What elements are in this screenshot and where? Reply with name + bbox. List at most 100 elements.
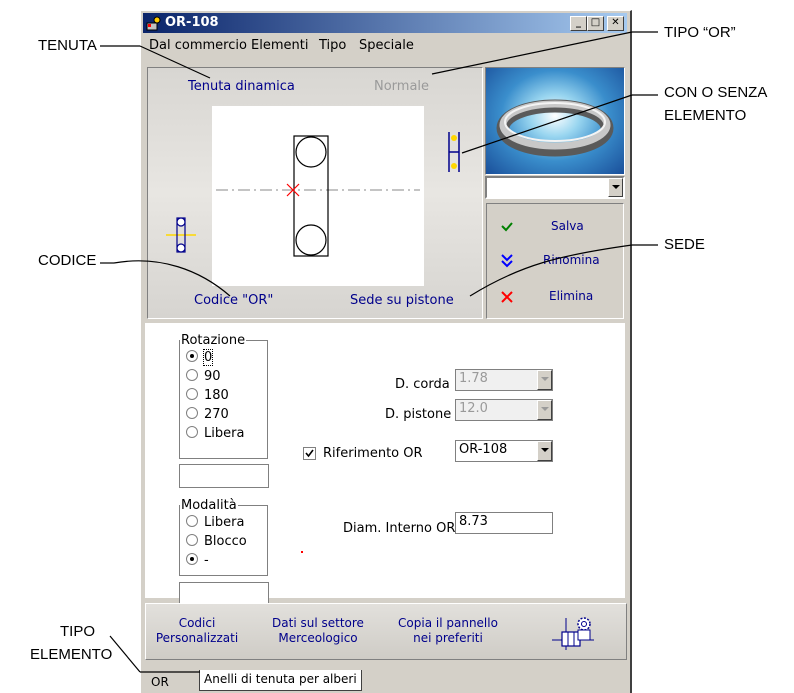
radio-icon	[186, 426, 198, 438]
radio-icon	[186, 553, 198, 565]
seal-drawing	[216, 135, 420, 257]
menu-dal-commercio[interactable]: Dal commercio	[149, 38, 247, 53]
menu-tipo[interactable]: Tipo	[319, 38, 346, 53]
rotation-option-270[interactable]: 270	[186, 407, 229, 422]
sector-data-line2: Merceologico	[278, 631, 358, 645]
rotation-option-label: 180	[204, 388, 229, 403]
drawing-panel: Tenuta dinamica Normale Codice "OR" Sede…	[147, 67, 483, 319]
form-area: Rotazione 0 90 180 270 Libera Modalità L…	[145, 323, 625, 606]
red-marker	[301, 551, 303, 553]
annotation-codice: CODICE	[38, 252, 97, 269]
app-window: OR-108 _ □ ✕ Dal commercio Elementi Tipo…	[140, 10, 632, 693]
annotation-tipo-elemento-line2: ELEMENTO	[30, 646, 113, 663]
radio-icon	[186, 515, 198, 527]
rotation-value-input[interactable]	[179, 464, 269, 488]
tab-anelli-di-tenuta[interactable]: Anelli di tenuta per alberi	[199, 670, 362, 691]
radio-icon	[186, 369, 198, 381]
bottom-link-panel: Codici Personalizzati Dati sul settore M…	[145, 603, 627, 660]
mode-option-libera[interactable]: Libera	[186, 515, 244, 530]
piston-label: D. pistone	[385, 407, 452, 422]
delete-label: Elimina	[549, 289, 594, 303]
radio-icon	[186, 407, 198, 419]
rename-button[interactable]: Rinomina	[487, 252, 623, 274]
custom-codes-line2: Personalizzati	[155, 631, 239, 645]
mode-legend: Modalità	[181, 498, 237, 513]
mode-option-label: Blocco	[204, 534, 247, 549]
leader-tipo-elemento	[109, 635, 141, 673]
preview-combo[interactable]	[485, 176, 625, 199]
inner-diameter-label: Diam. Interno OR	[343, 521, 456, 536]
rotation-option-90[interactable]: 90	[186, 369, 221, 384]
minimize-button[interactable]: _	[570, 16, 587, 31]
rotation-option-label: 0	[202, 349, 214, 366]
action-panel: Salva Rinomina Elimina	[486, 203, 624, 319]
radio-icon	[186, 388, 198, 400]
rotation-option-label: 270	[204, 407, 229, 422]
sector-data-link[interactable]: Dati sul settore Merceologico	[258, 616, 378, 646]
o-ring-image	[496, 99, 614, 157]
chevron-down-icon[interactable]	[537, 400, 552, 420]
mode-option-label: -	[204, 553, 209, 568]
rotation-legend: Rotazione	[181, 333, 246, 348]
radio-icon	[186, 350, 198, 362]
annotation-tenuta: TENUTA	[38, 37, 97, 54]
maximize-button[interactable]: □	[587, 16, 604, 31]
rotation-option-label: Libera	[204, 426, 245, 441]
status-bar: OR Anelli di tenuta per alberi	[141, 667, 630, 693]
mode-option-label: Libera	[204, 515, 245, 530]
save-button[interactable]: Salva	[487, 218, 623, 240]
chevron-down-icon[interactable]	[537, 441, 552, 461]
double-chevron-down-icon	[501, 254, 513, 268]
copy-to-favorites-line2: nei preferiti	[413, 631, 483, 645]
mode-option-blocco[interactable]: Blocco	[186, 534, 247, 549]
gear-machine-icon[interactable]	[548, 612, 598, 652]
annotation-sede: SEDE	[664, 236, 705, 253]
or-type-link[interactable]: Normale	[374, 79, 429, 94]
ref-checkbox[interactable]	[303, 447, 316, 460]
rotation-option-label: 90	[204, 369, 221, 384]
radio-icon	[186, 534, 198, 546]
close-button[interactable]: ✕	[607, 16, 624, 31]
or-preview-image	[485, 67, 625, 175]
rotation-option-180[interactable]: 180	[186, 388, 229, 403]
app-icon	[146, 16, 161, 31]
ref-value: OR-108	[459, 442, 508, 457]
save-label: Salva	[551, 219, 584, 233]
window-title: OR-108	[165, 15, 219, 30]
menu-elementi[interactable]: Elementi	[251, 38, 308, 53]
menu-speciale[interactable]: Speciale	[359, 38, 414, 53]
copy-to-favorites-line1: Copia il pannello	[398, 616, 498, 630]
cord-value: 1.78	[459, 371, 488, 386]
cord-combo[interactable]: 1.78	[455, 369, 553, 391]
annotation-con-senza-line2: ELEMENTO	[664, 107, 747, 124]
sector-data-line1: Dati sul settore	[272, 616, 364, 630]
piston-combo[interactable]: 12.0	[455, 399, 553, 421]
rename-label: Rinomina	[543, 253, 600, 267]
ref-combo[interactable]: OR-108	[455, 440, 553, 462]
check-icon	[305, 449, 314, 458]
delete-button[interactable]: Elimina	[487, 288, 623, 310]
rotation-option-0[interactable]: 0	[186, 349, 214, 366]
ref-label: Riferimento OR	[323, 446, 423, 461]
copy-to-favorites-link[interactable]: Copia il pannello nei preferiti	[386, 616, 510, 646]
or-element-icon[interactable]	[166, 214, 196, 256]
title-bar[interactable]: OR-108 _ □ ✕	[143, 13, 627, 33]
annotation-tipo-elemento-line1: TIPO	[60, 623, 96, 640]
chevron-down-icon[interactable]	[608, 178, 623, 197]
seat-link[interactable]: Sede su pistone	[350, 293, 454, 308]
element-toggle-icon[interactable]	[446, 130, 462, 174]
check-icon	[501, 222, 513, 232]
chevron-down-icon[interactable]	[537, 370, 552, 390]
mode-option-dash[interactable]: -	[186, 553, 209, 568]
rotation-option-libera[interactable]: Libera	[186, 426, 244, 441]
cord-label: D. corda	[395, 377, 450, 392]
drawing-canvas	[212, 106, 424, 286]
custom-codes-line1: Codici	[178, 616, 216, 630]
inner-diameter-input[interactable]: 8.73	[455, 512, 553, 534]
menu-bar: Dal commercio Elementi Tipo Speciale	[143, 36, 627, 56]
seal-type-link[interactable]: Tenuta dinamica	[188, 79, 295, 94]
annotation-tipo-or: TIPO “OR”	[664, 24, 736, 41]
custom-codes-link[interactable]: Codici Personalizzati	[152, 616, 242, 646]
mode-group: Modalità Libera Blocco -	[179, 498, 268, 576]
code-link[interactable]: Codice "OR"	[194, 293, 273, 308]
